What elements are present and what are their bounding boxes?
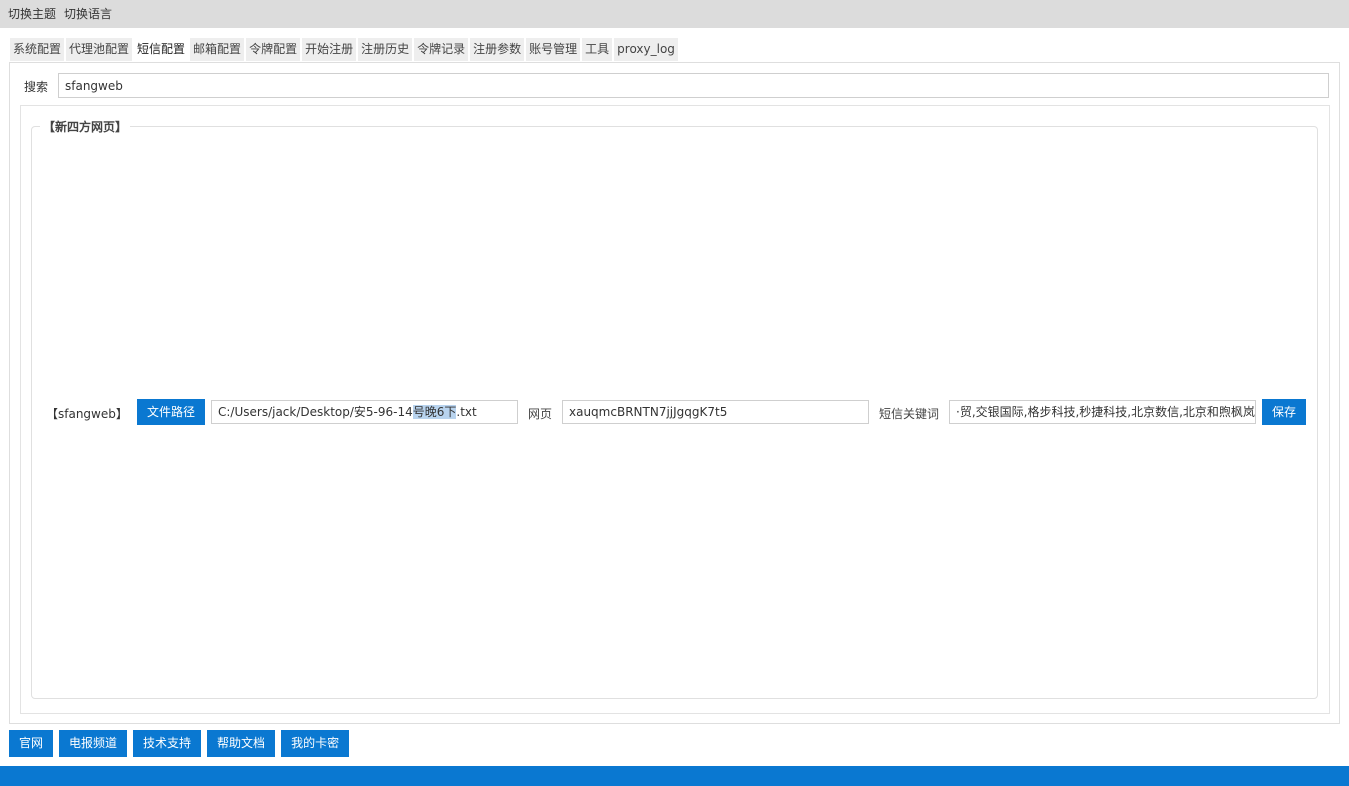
tab-register-history[interactable]: 注册历史 — [358, 38, 413, 61]
tab-tools[interactable]: 工具 — [582, 38, 613, 61]
tab-proxy-log[interactable]: proxy_log — [614, 38, 678, 61]
switch-language-menu[interactable]: 切换语言 — [60, 0, 116, 28]
my-card-key-button[interactable]: 我的卡密 — [281, 730, 350, 757]
file-path-field[interactable]: C:/Users/jack/Desktop/安5-96-14号晚6下.txt — [211, 400, 518, 424]
status-bar — [0, 766, 1349, 786]
tab-email-config[interactable]: 邮箱配置 — [190, 38, 245, 61]
web-field[interactable]: xauqmcBRNTN7jjJgqgK7t5 — [562, 400, 869, 424]
provider-group: 【新四方网页】 【sfangweb】 文件路径 C:/Users/jack/De… — [31, 118, 1319, 699]
group-title: 【新四方网页】 — [40, 118, 131, 135]
bottom-link-bar: 官网 电报频道 技术支持 帮助文档 我的卡密 — [9, 730, 355, 757]
sms-keyword-label: 短信关键词 — [879, 407, 940, 421]
official-site-button[interactable]: 官网 — [9, 730, 54, 757]
file-path-text-post: .txt — [456, 405, 477, 419]
tab-register-params[interactable]: 注册参数 — [470, 38, 525, 61]
web-label: 网页 — [528, 407, 553, 421]
sms-keyword-field[interactable]: ·贸,交银国际,格步科技,秒捷科技,北京数信,北京和煦枫岚 — [949, 400, 1256, 424]
provider-list-area: 【新四方网页】 【sfangweb】 文件路径 C:/Users/jack/De… — [20, 105, 1330, 714]
save-button[interactable]: 保存 — [1262, 399, 1306, 425]
provider-label: 【sfangweb】 — [46, 407, 128, 421]
menu-bar: 切换主题 切换语言 — [0, 0, 1349, 28]
tab-token-records[interactable]: 令牌记录 — [414, 38, 469, 61]
tab-token-config[interactable]: 令牌配置 — [246, 38, 301, 61]
search-label: 搜索 — [24, 80, 49, 94]
tab-start-register[interactable]: 开始注册 — [302, 38, 357, 61]
provider-row-sfangweb: 【sfangweb】 文件路径 C:/Users/jack/Desktop/安5… — [32, 399, 1319, 425]
tab-proxy-pool-config[interactable]: 代理池配置 — [66, 38, 133, 61]
file-path-text-selected: 号晚6下 — [412, 405, 457, 419]
file-path-text-pre: C:/Users/jack/Desktop/安5-96-14 — [218, 405, 413, 419]
telegram-channel-button[interactable]: 电报频道 — [59, 730, 128, 757]
search-input[interactable] — [58, 73, 1329, 98]
help-docs-button[interactable]: 帮助文档 — [207, 730, 276, 757]
sms-config-panel: 搜索 【新四方网页】 【sfangweb】 文件路径 C:/Users/jack… — [9, 62, 1340, 724]
tech-support-button[interactable]: 技术支持 — [133, 730, 202, 757]
switch-theme-menu[interactable]: 切换主题 — [4, 0, 60, 28]
tab-sms-config[interactable]: 短信配置 — [134, 38, 189, 61]
tab-system-config[interactable]: 系统配置 — [10, 38, 65, 61]
file-path-button[interactable]: 文件路径 — [137, 399, 205, 425]
tab-account-manage[interactable]: 账号管理 — [526, 38, 581, 61]
tab-strip: 系统配置 代理池配置 短信配置 邮箱配置 令牌配置 开始注册 注册历史 令牌记录… — [10, 38, 680, 61]
